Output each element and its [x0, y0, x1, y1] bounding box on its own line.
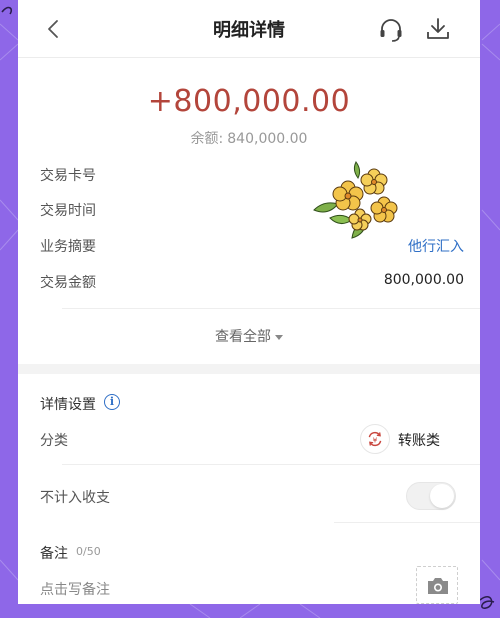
page-title: 明细详情 [213, 19, 285, 41]
chevron-left-icon[interactable] [42, 17, 66, 41]
note-input[interactable] [40, 580, 380, 600]
phone-screen: 明细详情 +800,000.00 余额: 840,000.00 交易卡号 交易时间… [18, 0, 480, 604]
transaction-amount: +800,000.00 [147, 84, 351, 119]
business-summary-label: 业务摘要 [40, 239, 96, 255]
balance-value: 840,000.00 [227, 131, 308, 147]
settings-title: 详情设置 [40, 397, 96, 413]
info-icon[interactable]: i [104, 394, 120, 410]
download-icon[interactable] [425, 16, 451, 42]
transaction-time-label: 交易时间 [40, 203, 96, 219]
category-label: 分类 [40, 433, 68, 449]
caret-down-icon [275, 334, 283, 340]
category-value[interactable]: 转账类 [398, 430, 440, 450]
toggle-knob [430, 484, 454, 508]
transaction-amount-value: 800,000.00 [383, 272, 464, 288]
section-separator [18, 364, 480, 374]
divider [334, 522, 480, 523]
balance-line: 余额: 840,000.00 [18, 128, 480, 148]
headset-icon[interactable] [378, 17, 404, 43]
business-summary-value: 他行汇入 [408, 239, 464, 255]
view-all-button[interactable]: 查看全部 [18, 326, 480, 346]
note-char-count: 0/50 [76, 545, 101, 558]
flower-sticker [313, 161, 398, 239]
camera-icon [428, 578, 448, 594]
transfer-icon[interactable]: ¥ [360, 424, 390, 454]
view-all-label: 查看全部 [215, 329, 271, 345]
transaction-amount-label: 交易金额 [40, 275, 96, 291]
navigation-bar: 明细详情 [18, 0, 480, 58]
balance-label: 余额: [190, 131, 224, 147]
divider [62, 464, 480, 465]
exclude-income-expense-toggle[interactable] [406, 482, 456, 510]
divider [62, 308, 480, 309]
card-number-label: 交易卡号 [40, 168, 96, 184]
exclude-income-expense-label: 不计入收支 [40, 490, 110, 506]
svg-text:¥: ¥ [373, 435, 378, 444]
add-photo-button[interactable] [416, 566, 458, 604]
note-label: 备注 [40, 546, 68, 562]
